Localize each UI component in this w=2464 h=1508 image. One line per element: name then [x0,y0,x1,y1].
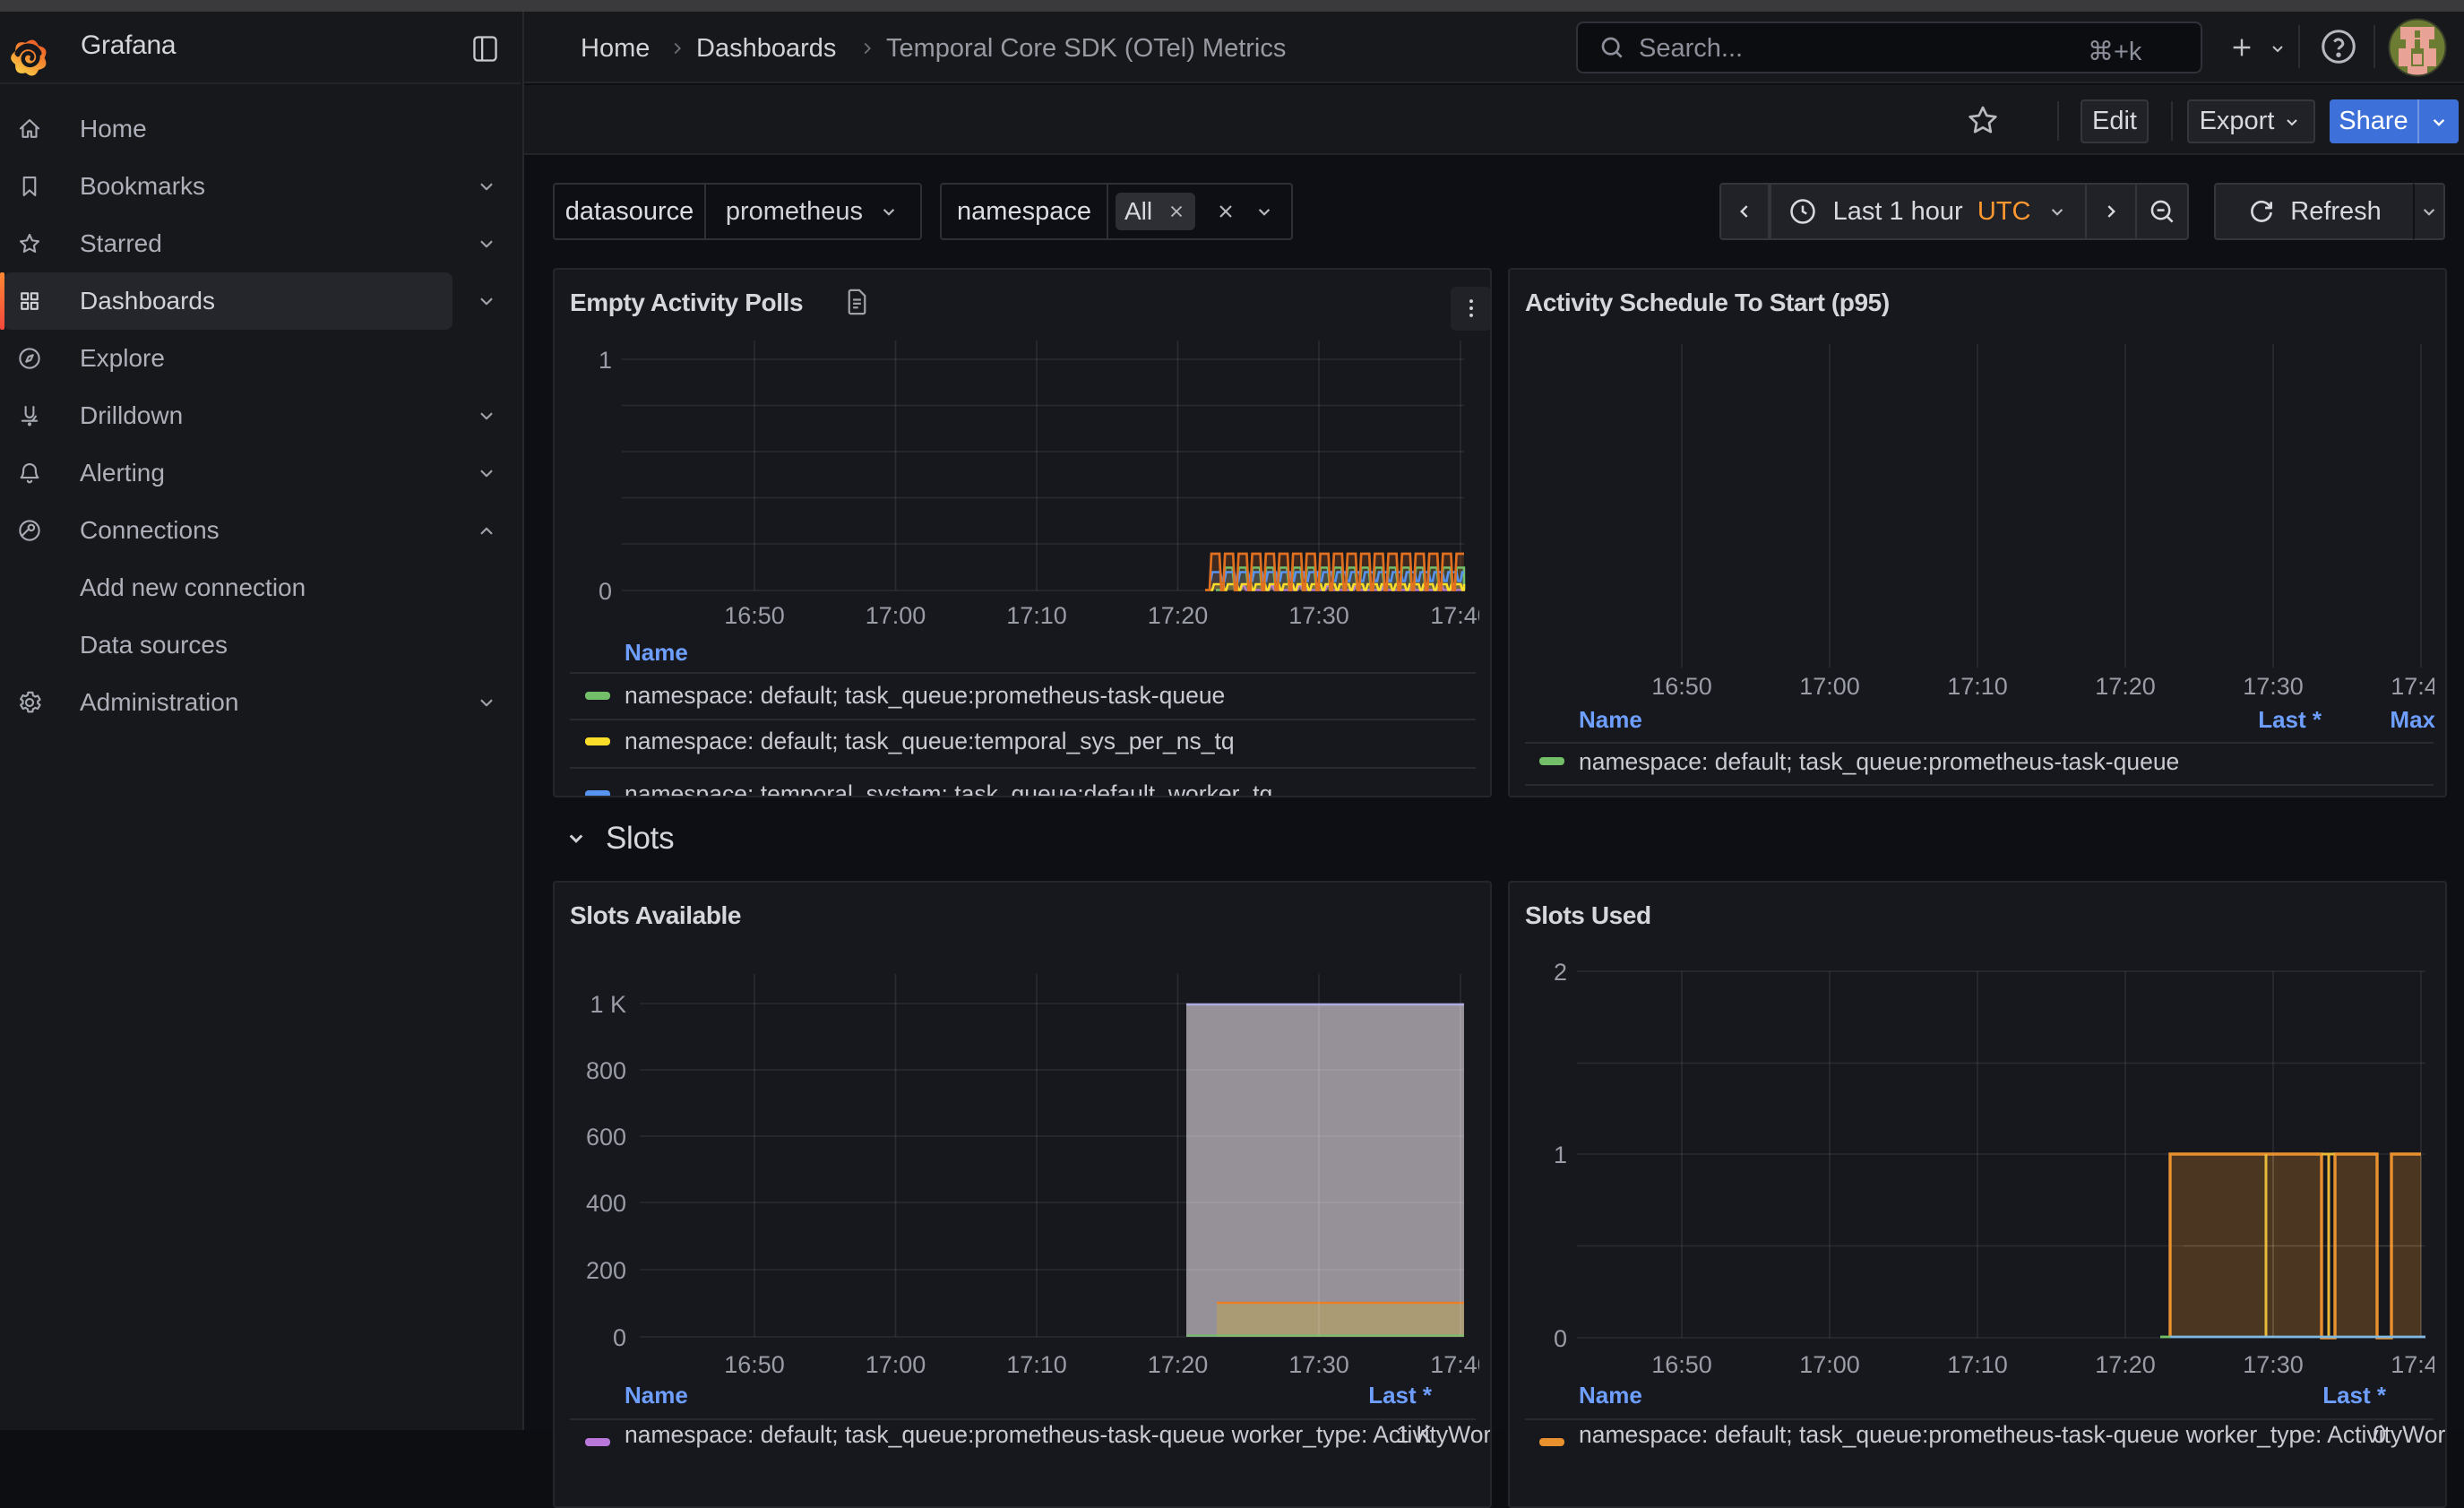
svg-text:17:00: 17:00 [1799,673,1860,700]
svg-text:17:20: 17:20 [1148,1351,1209,1378]
svg-text:17:10: 17:10 [1947,673,2008,700]
svg-text:17:40: 17:40 [1430,1351,1479,1378]
svg-text:600: 600 [586,1124,626,1150]
svg-text:1: 1 [599,347,612,374]
svg-text:17:40: 17:40 [1430,602,1479,629]
svg-text:17:20: 17:20 [2095,673,2156,700]
svg-text:200: 200 [586,1257,626,1284]
svg-text:17:30: 17:30 [1288,602,1349,629]
svg-text:400: 400 [586,1190,626,1217]
svg-text:1 K: 1 K [590,991,626,1018]
svg-text:800: 800 [586,1057,626,1084]
svg-text:17:00: 17:00 [1799,1351,1860,1378]
svg-text:17:30: 17:30 [2243,673,2304,700]
svg-text:0: 0 [613,1324,626,1351]
svg-text:17:20: 17:20 [2095,1351,2156,1378]
svg-text:16:50: 16:50 [724,1351,785,1378]
svg-text:17:30: 17:30 [2243,1351,2304,1378]
svg-text:16:50: 16:50 [1651,673,1712,700]
svg-text:17:20: 17:20 [1148,602,1209,629]
svg-text:17:00: 17:00 [866,1351,926,1378]
svg-text:16:50: 16:50 [1651,1351,1712,1378]
svg-text:0: 0 [1554,1325,1567,1352]
svg-text:2: 2 [1554,959,1567,986]
svg-text:17:00: 17:00 [866,602,926,629]
svg-text:0: 0 [599,578,612,605]
svg-text:17:40: 17:40 [2391,673,2434,700]
svg-text:17:30: 17:30 [1288,1351,1349,1378]
svg-text:16:50: 16:50 [724,602,785,629]
svg-text:17:10: 17:10 [1006,1351,1067,1378]
svg-text:17:40: 17:40 [2391,1351,2434,1378]
svg-text:17:10: 17:10 [1947,1351,2008,1378]
svg-text:17:10: 17:10 [1006,602,1067,629]
svg-text:1: 1 [1554,1142,1567,1168]
